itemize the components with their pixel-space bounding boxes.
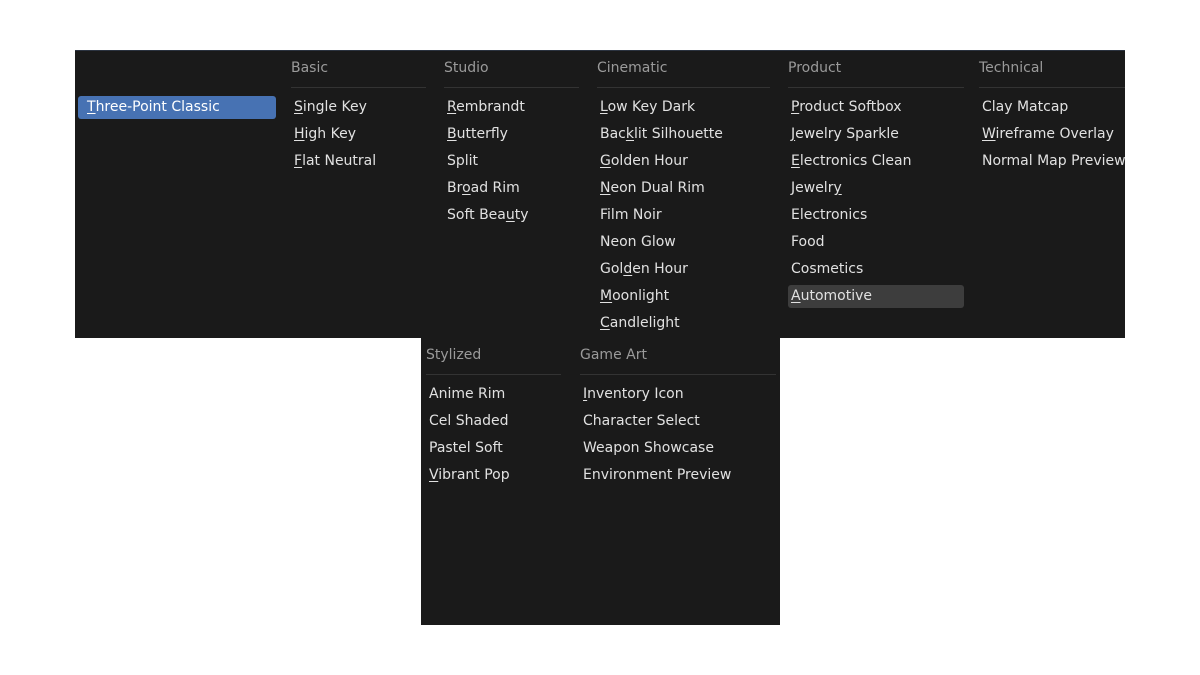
menu-item-label: High Key	[294, 126, 357, 142]
menu-item-wireframe-overlay[interactable]: Wireframe Overlay	[979, 123, 1125, 146]
column-divider	[580, 374, 776, 375]
menu-item-label: Electronics	[791, 207, 868, 223]
menu-item-label: Vibrant Pop	[429, 467, 510, 483]
menu-item-electronics[interactable]: Electronics	[788, 204, 964, 227]
menu-item-label: Backlit Silhouette	[600, 126, 723, 142]
menu-item-label: Split	[447, 153, 479, 169]
menu-item-candlelight[interactable]: Candlelight	[597, 312, 770, 335]
menu-item-label: Film Noir	[600, 207, 662, 223]
column-header: Technical	[979, 60, 1044, 76]
menu-item-label: Candlelight	[600, 315, 680, 331]
menu-items: Single Key High Key Flat Neutral	[291, 96, 426, 177]
menu-item-split[interactable]: Split	[444, 150, 579, 173]
menu-item-label: Product Softbox	[791, 99, 902, 115]
menu-item-label: Wireframe Overlay	[982, 126, 1114, 142]
menu-item-low-key-dark[interactable]: Low Key Dark	[597, 96, 770, 119]
menu-item-label: Neon Glow	[600, 234, 676, 250]
menu-item-high-key[interactable]: High Key	[291, 123, 426, 146]
menu-item-neon-dual-rim[interactable]: Neon Dual Rim	[597, 177, 770, 200]
lighting-presets-submenu: Stylized Anime Rim Cel Shaded Pastel Soft V…	[421, 338, 780, 625]
menu-item-three-point-classic[interactable]: Three-Point Classic	[78, 96, 276, 119]
menu-item-label: Low Key Dark	[600, 99, 696, 115]
menu-item-backlit-silhouette[interactable]: Backlit Silhouette	[597, 123, 770, 146]
column-header: Basic	[291, 60, 329, 76]
column-divider	[979, 87, 1125, 88]
menu-item-label: Soft Beauty	[447, 207, 529, 223]
menu-item-golden-hour[interactable]: Golden Hour	[597, 258, 770, 281]
menu-item-label: Cosmetics	[791, 261, 864, 277]
menu-item-label: Golden Hour	[600, 261, 688, 277]
menu-item-electronics-clean[interactable]: Electronics Clean	[788, 150, 964, 173]
menu-item-label: Three-Point Classic	[87, 99, 220, 115]
menu-item-label: Food	[791, 234, 825, 250]
menu-item-flat-neutral[interactable]: Flat Neutral	[291, 150, 426, 173]
menu-items: Anime Rim Cel Shaded Pastel Soft Vibrant Po…	[426, 383, 561, 491]
column-divider	[426, 374, 561, 375]
menu-item-weapon-showcase[interactable]: Weapon Showcase	[580, 437, 776, 460]
menu-item-single-key[interactable]: Single Key	[291, 96, 426, 119]
menu-item-environment-preview[interactable]: Environment Preview	[580, 464, 776, 487]
menu-item-label: Jewelry	[791, 180, 842, 196]
menu-item-label: Automotive	[791, 288, 872, 304]
menu-items: Clay Matcap Wireframe Overlay Normal Map P…	[979, 96, 1126, 177]
column-header: Stylized	[426, 347, 482, 363]
menu-item-label: Electronics Clean	[791, 153, 912, 169]
menu-item-label: Rembrandt	[447, 99, 525, 115]
menu-item-label: Clay Matcap	[982, 99, 1069, 115]
menu-item-rembrandt[interactable]: Rembrandt	[444, 96, 579, 119]
menu-items: Rembrandt Butterfly Split Broad Rim Soft Bea…	[444, 96, 579, 231]
menu-item-clay-matcap[interactable]: Clay Matcap	[979, 96, 1125, 119]
menu-items: Low Key Dark Backlit Silhouette Golden Hou…	[597, 96, 770, 339]
menu-item-label: Butterfly	[447, 126, 508, 142]
menu-items: Inventory Icon Character Select Weapon Sho…	[580, 383, 776, 491]
menu-item-butterfly[interactable]: Butterfly	[444, 123, 579, 146]
column-divider	[788, 87, 964, 88]
column-header: Game Art	[580, 347, 647, 363]
menu-item-jewelry[interactable]: Jewelry	[788, 177, 964, 200]
menu-item-film-noir[interactable]: Film Noir	[597, 204, 770, 227]
menu-item-label: Character Select	[583, 413, 700, 429]
menu-item-label: Inventory Icon	[583, 386, 684, 402]
menu-item-vibrant-pop[interactable]: Vibrant Pop	[426, 464, 561, 487]
menu-item-label: Neon Dual Rim	[600, 180, 705, 196]
column-header: Product	[788, 60, 842, 76]
menu-item-pastel-soft[interactable]: Pastel Soft	[426, 437, 561, 460]
menu-item-golden-hour[interactable]: Golden Hour	[597, 150, 770, 173]
menu-items: Product Softbox Jewelry Sparkle Electronic…	[788, 96, 964, 312]
menu-item-automotive[interactable]: Automotive	[788, 285, 964, 308]
menu-item-label: Pastel Soft	[429, 440, 503, 456]
menu-item-anime-rim[interactable]: Anime Rim	[426, 383, 561, 406]
menu-item-food[interactable]: Food	[788, 231, 964, 254]
menu-items: Three-Point Classic	[78, 96, 276, 123]
menu-item-label: Moonlight	[600, 288, 670, 304]
menu-item-character-select[interactable]: Character Select	[580, 410, 776, 433]
menu-item-label: Flat Neutral	[294, 153, 377, 169]
column-divider	[291, 87, 426, 88]
column-divider	[597, 87, 770, 88]
menu-item-label: Normal Map Preview	[982, 153, 1126, 169]
menu-item-label: Broad Rim	[447, 180, 520, 196]
menu-item-inventory-icon[interactable]: Inventory Icon	[580, 383, 776, 406]
menu-item-cosmetics[interactable]: Cosmetics	[788, 258, 964, 281]
menu-item-moonlight[interactable]: Moonlight	[597, 285, 770, 308]
menu-item-label: Golden Hour	[600, 153, 688, 169]
menu-item-label: Weapon Showcase	[583, 440, 714, 456]
menu-item-label: Jewelry Sparkle	[791, 126, 899, 142]
column-header: Studio	[444, 60, 489, 76]
menu-item-neon-glow[interactable]: Neon Glow	[597, 231, 770, 254]
menu-item-label: Cel Shaded	[429, 413, 509, 429]
column-header: Cinematic	[597, 60, 668, 76]
column-divider	[444, 87, 579, 88]
menu-item-label: Anime Rim	[429, 386, 506, 402]
menu-item-label: Single Key	[294, 99, 367, 115]
menu-item-product-softbox[interactable]: Product Softbox	[788, 96, 964, 119]
lighting-presets-menu: Three-Point Classic Basic Single Key High…	[75, 50, 1126, 339]
menu-item-label: Environment Preview	[583, 467, 732, 483]
menu-item-jewelry-sparkle[interactable]: Jewelry Sparkle	[788, 123, 964, 146]
menu-item-broad-rim[interactable]: Broad Rim	[444, 177, 579, 200]
menu-item-soft-beauty[interactable]: Soft Beauty	[444, 204, 579, 227]
menu-item-normal-map-preview[interactable]: Normal Map Preview	[979, 150, 1126, 173]
menu-item-cel-shaded[interactable]: Cel Shaded	[426, 410, 561, 433]
